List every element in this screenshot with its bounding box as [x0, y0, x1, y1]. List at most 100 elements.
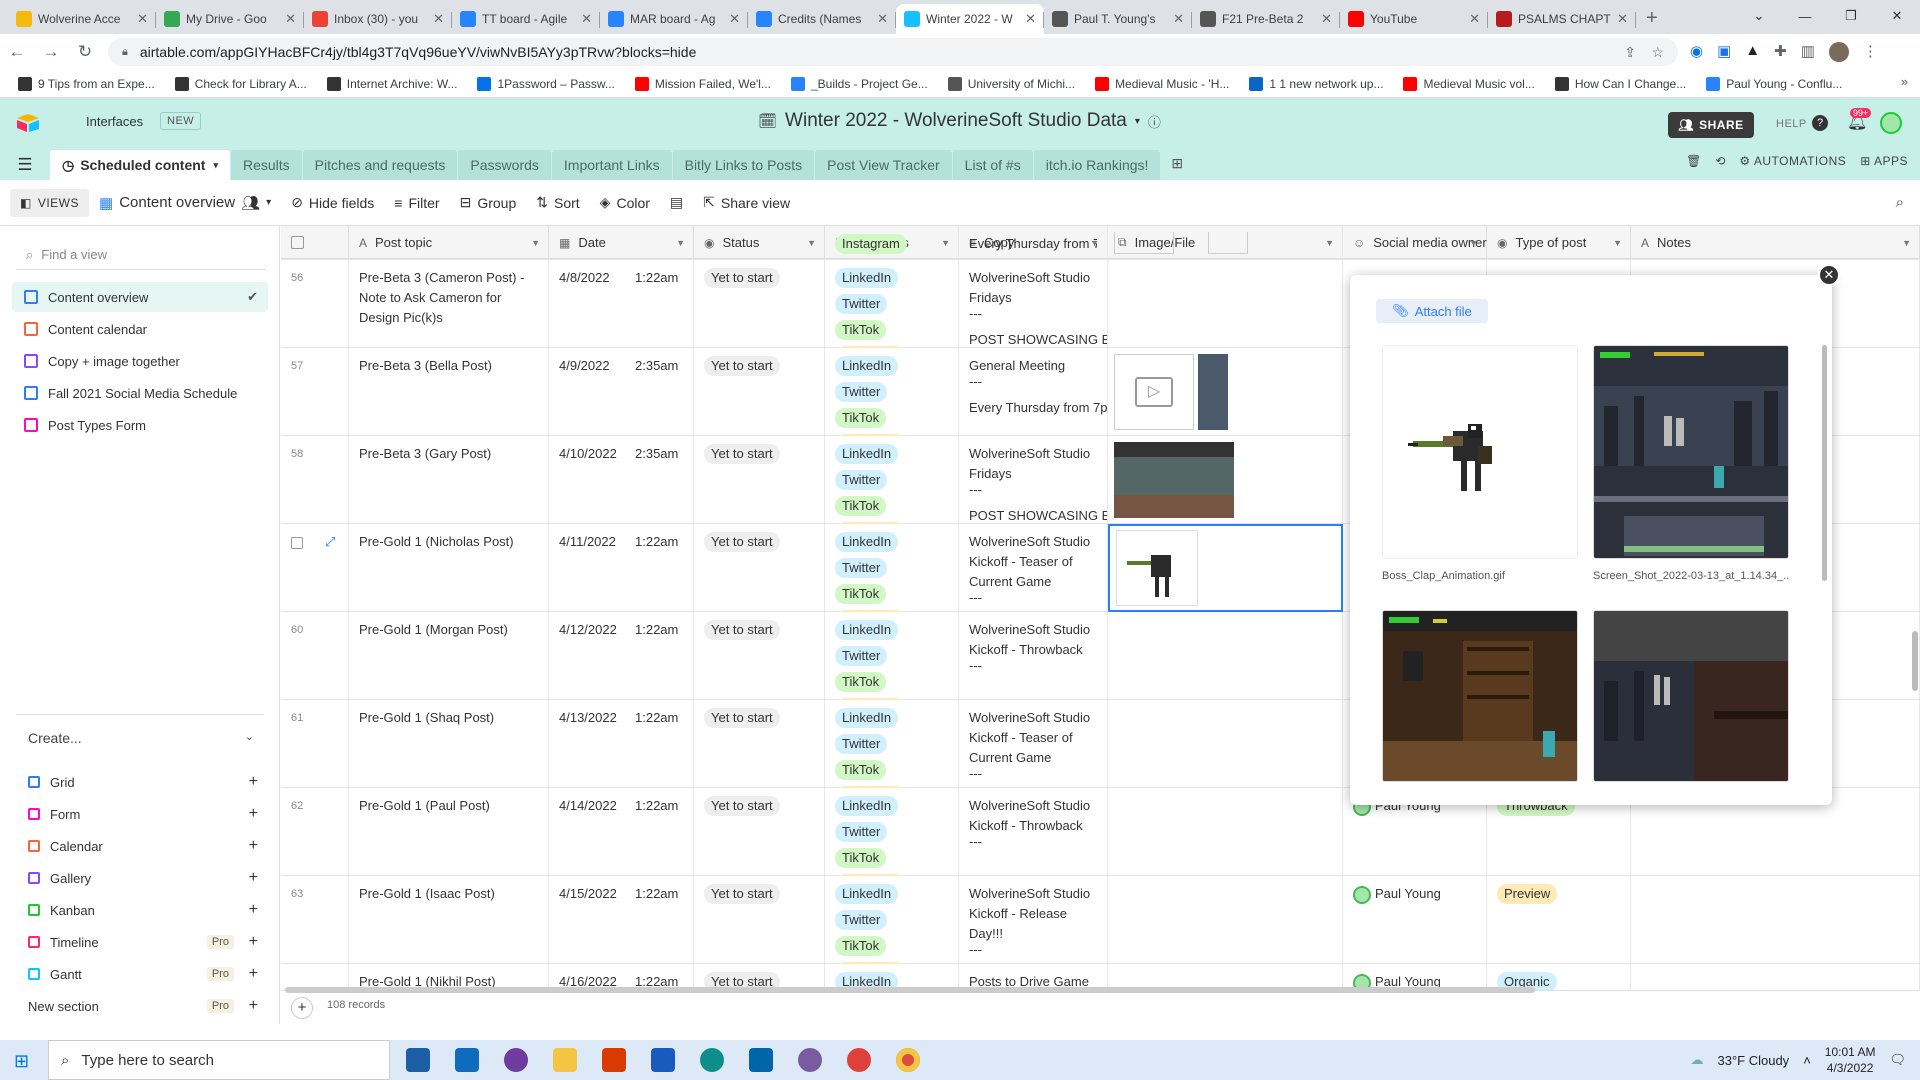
add-icon[interactable]: +: [249, 773, 258, 791]
image-file-cell[interactable]: [1108, 788, 1343, 876]
add-icon[interactable]: +: [249, 805, 258, 823]
add-icon[interactable]: +: [249, 901, 258, 919]
taskview-icon[interactable]: [406, 1048, 430, 1072]
table-tab[interactable]: ◷ Scheduled content ▾: [50, 150, 230, 180]
add-icon[interactable]: +: [249, 837, 258, 855]
windows-start-icon[interactable]: ⊞: [14, 1051, 29, 1072]
share-button[interactable]: 👥︎ SHARE: [1668, 112, 1754, 138]
social-owner-cell[interactable]: Paul Young: [1343, 876, 1487, 964]
channels-cell[interactable]: LinkedInTwitterTikTokFacebookInstagram: [825, 348, 959, 436]
browser-tab[interactable]: YouTube ✕: [1340, 4, 1488, 34]
add-icon[interactable]: +: [249, 869, 258, 887]
vscode-icon[interactable]: [749, 1048, 773, 1072]
taskbar-search-box[interactable]: ⌕ Type here to search: [48, 1040, 390, 1080]
close-tab-icon[interactable]: ✕: [137, 11, 148, 27]
sidebar-view-item[interactable]: Content overview ✔: [12, 282, 268, 312]
sidebar-view-item[interactable]: Post Types Form: [12, 410, 268, 440]
bookmark-item[interactable]: University of Michi...: [940, 76, 1083, 91]
add-icon[interactable]: +: [249, 965, 258, 983]
row-number-cell[interactable]: 62: [281, 788, 349, 876]
hide-fields-button[interactable]: ⊘ Hide fields: [281, 194, 384, 211]
channels-cell[interactable]: LinkedInTwitterTikTokFacebookInstagram: [825, 788, 959, 876]
extension-screen-icon[interactable]: ▣: [1717, 42, 1731, 62]
close-tab-icon[interactable]: ✕: [581, 11, 592, 27]
share-view-button[interactable]: ⇱ Share view: [693, 194, 800, 211]
attach-file-button[interactable]: 📎︎ Attach file: [1376, 299, 1488, 323]
image-file-cell[interactable]: [1108, 612, 1343, 700]
browser-tab[interactable]: PSALMS CHAPT ✕: [1488, 4, 1636, 34]
row-number-cell[interactable]: 63: [281, 876, 349, 964]
bookmarks-overflow-icon[interactable]: »: [1901, 74, 1908, 89]
discord-icon[interactable]: [798, 1048, 822, 1072]
address-bar[interactable]: 🔒︎ airtable.com/appGIYHacBFCr4jy/tbl4g3T…: [108, 38, 1678, 66]
copy-cell[interactable]: WolverineSoft Studio Fridays --- POST SHOW…: [959, 436, 1108, 524]
close-window-button[interactable]: ✕: [1874, 0, 1920, 32]
create-view-item[interactable]: Calendar +: [16, 832, 266, 860]
date-cell[interactable]: 4/9/2022 2:35am: [549, 348, 694, 436]
close-tab-icon[interactable]: ✕: [877, 11, 888, 27]
status-cell[interactable]: Yet to start: [694, 876, 825, 964]
channels-cell[interactable]: LinkedInTwitterTikTokFacebookInstagram: [825, 876, 959, 964]
notes-cell[interactable]: [1631, 876, 1920, 964]
notification-center-icon[interactable]: 🗨︎: [1889, 1052, 1906, 1068]
copy-cell[interactable]: WolverineSoft Studio Kickoff - Throwback…: [959, 612, 1108, 700]
bookmark-star-icon[interactable]: ☆: [1651, 44, 1664, 61]
row-number-cell[interactable]: 60: [281, 612, 349, 700]
post-topic-cell[interactable]: Pre-Gold 1 (Morgan Post): [349, 612, 549, 700]
status-cell[interactable]: Yet to start: [694, 260, 825, 348]
back-button[interactable]: ←: [0, 42, 34, 62]
browser-tab[interactable]: My Drive - Goo ✕: [156, 4, 304, 34]
profile-avatar[interactable]: [1828, 42, 1849, 62]
automations-button[interactable]: ⚙︎ AUTOMATIONS: [1739, 154, 1846, 168]
table-tab[interactable]: Passwords: [458, 150, 551, 180]
post-topic-cell[interactable]: Pre-Beta 3 (Bella Post): [349, 348, 549, 436]
channels-cell[interactable]: LinkedInTwitterTikTokFacebookInstagram: [825, 524, 959, 612]
edge-icon[interactable]: [700, 1048, 724, 1072]
sidebar-view-item[interactable]: Fall 2021 Social Media Schedule: [12, 378, 268, 408]
image-file-cell[interactable]: [1108, 436, 1343, 524]
github-desktop-icon[interactable]: [504, 1048, 528, 1072]
base-name-dropdown[interactable]: 🗓︎ Winter 2022 - WolverineSoft Studio Da…: [758, 110, 1161, 132]
date-cell[interactable]: 4/12/2022 1:22am: [549, 612, 694, 700]
bookmark-item[interactable]: 1 1 new network up...: [1241, 76, 1391, 91]
status-cell[interactable]: Yet to start: [694, 788, 825, 876]
copy-cell[interactable]: Every Thursday from 7pm - 8:30pm th...: [959, 226, 1108, 260]
date-cell[interactable]: 4/10/2022 2:35am: [549, 436, 694, 524]
row-number-cell[interactable]: 61: [281, 700, 349, 788]
table-tab[interactable]: List of #s: [952, 150, 1033, 180]
new-tab-button[interactable]: +: [1646, 7, 1658, 30]
filter-button[interactable]: ≡ Filter: [384, 195, 449, 211]
expand-record-icon[interactable]: ⤢: [325, 534, 335, 549]
interfaces-link[interactable]: Interfaces: [86, 114, 143, 129]
close-tab-icon[interactable]: ✕: [1617, 11, 1628, 27]
post-topic-cell[interactable]: Pre-Gold 1 (Shaq Post): [349, 700, 549, 788]
copy-cell[interactable]: WolverineSoft Studio Fridays --- POST SHOW…: [959, 260, 1108, 348]
close-tab-icon[interactable]: ✕: [1321, 11, 1332, 27]
copy-cell[interactable]: WolverineSoft Studio Kickoff - Teaser of…: [959, 700, 1108, 788]
bookmark-item[interactable]: Internet Archive: W...: [319, 76, 466, 91]
close-tab-icon[interactable]: ✕: [1025, 11, 1036, 27]
table-tab[interactable]: itch.io Rankings!: [1033, 150, 1161, 180]
extension-1password-icon[interactable]: ◉: [1690, 42, 1703, 62]
word-icon[interactable]: [651, 1048, 675, 1072]
row-checkbox[interactable]: [291, 537, 303, 550]
channels-cell[interactable]: LinkedInTwitterTikTokFacebookInstagram: [825, 612, 959, 700]
status-cell[interactable]: Yet to start: [694, 436, 825, 524]
row-height-button[interactable]: ▤: [660, 194, 693, 211]
post-topic-cell[interactable]: Pre-Gold 1 (Isaac Post): [349, 876, 549, 964]
table-row[interactable]: 63 Pre-Gold 1 (Isaac Post) 4/15/2022 1:22am…: [281, 876, 1920, 964]
office-icon[interactable]: [602, 1048, 626, 1072]
reload-button[interactable]: ↻: [68, 42, 102, 62]
extension-a-icon[interactable]: ▲: [1745, 42, 1760, 62]
sidebar-view-item[interactable]: Content calendar: [12, 314, 268, 344]
close-tab-icon[interactable]: ✕: [433, 11, 444, 27]
browser-tab[interactable]: Credits (Names ✕: [748, 4, 896, 34]
copy-cell[interactable]: WolverineSoft Studio Kickoff - Throwback…: [959, 788, 1108, 876]
search-icon[interactable]: ⌕: [1896, 194, 1904, 211]
bookmark-item[interactable]: Medieval Music vol...: [1395, 76, 1542, 91]
post-topic-cell[interactable]: Pre-Gold 1 (Nicholas Post): [349, 524, 549, 612]
channels-cell[interactable]: Instagram: [825, 226, 959, 260]
bookmark-item[interactable]: How Can I Change...: [1547, 76, 1694, 91]
horizontal-scrollbar[interactable]: [285, 987, 1535, 993]
date-cell[interactable]: 4/13/2022 1:22am: [549, 700, 694, 788]
